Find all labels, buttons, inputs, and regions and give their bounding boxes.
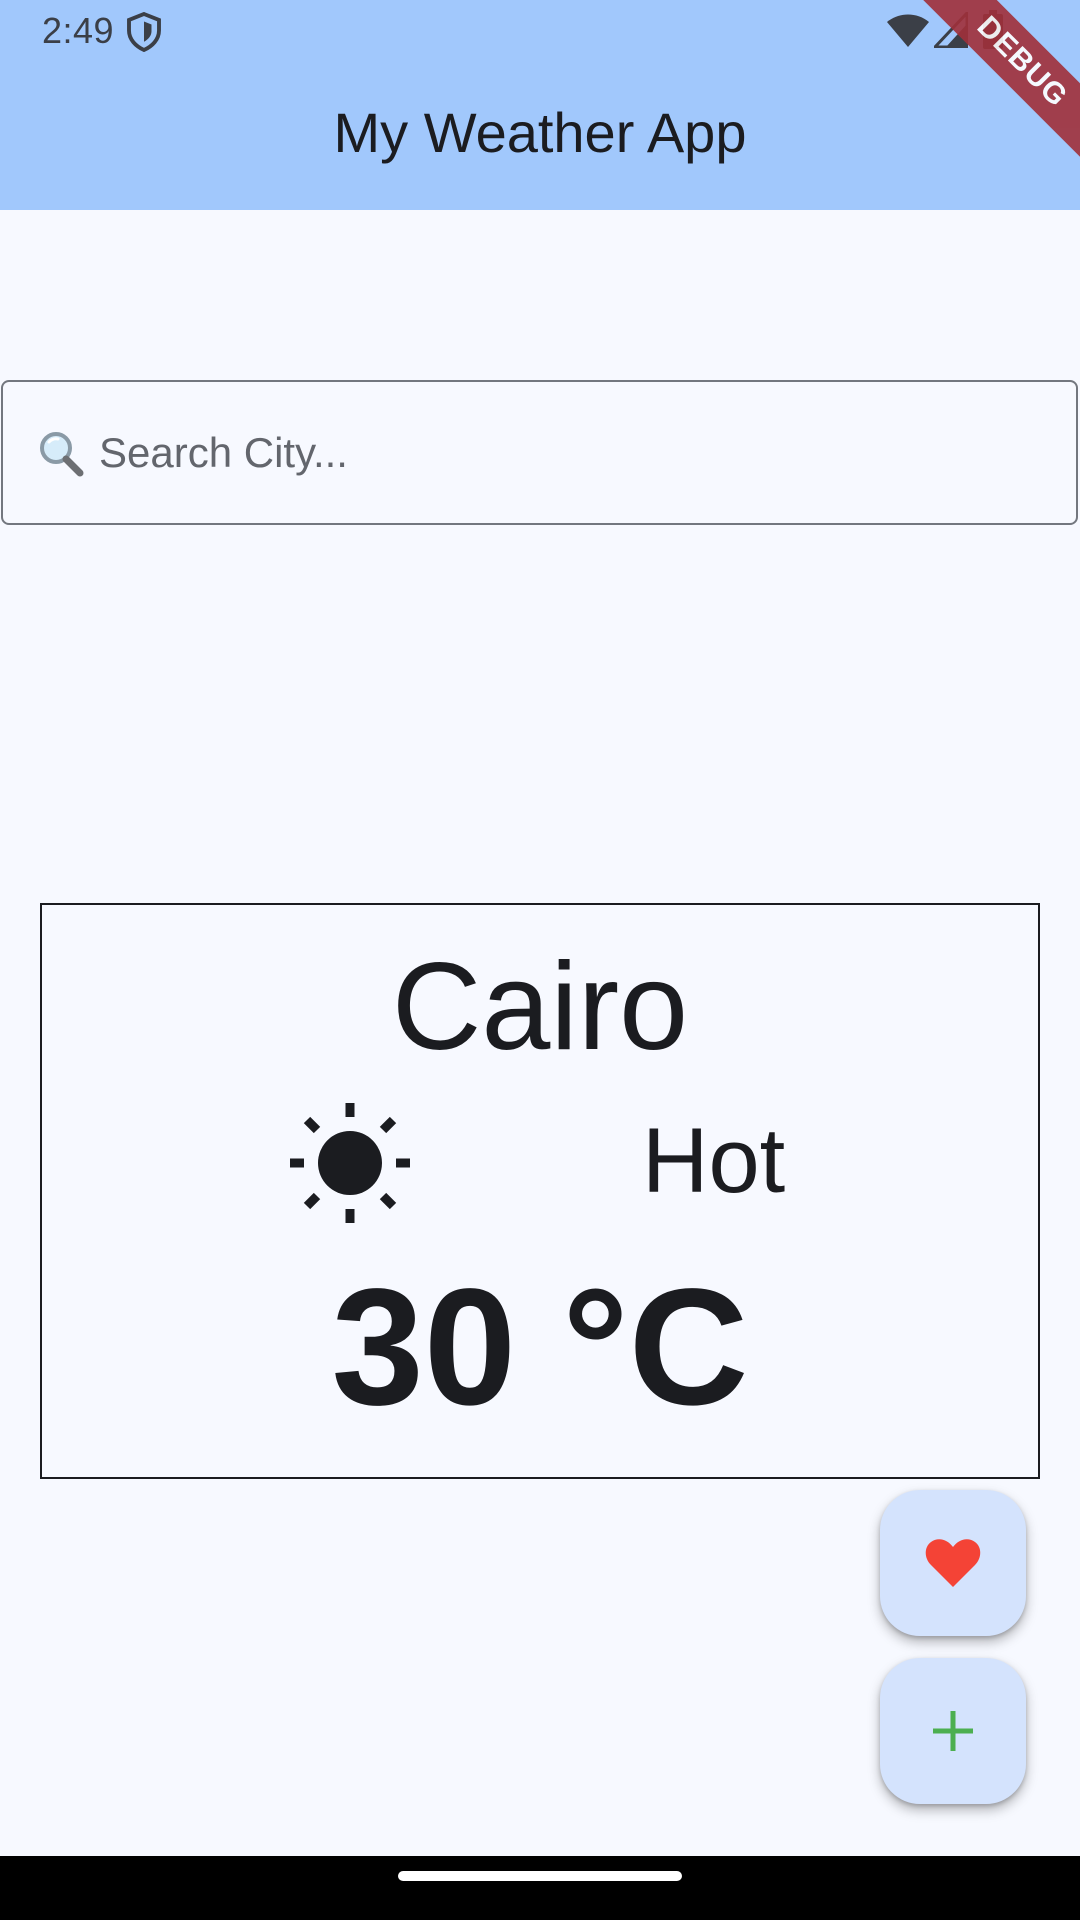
app-title: My Weather App xyxy=(333,101,747,164)
weather-condition: Hot xyxy=(642,1110,786,1212)
search-input[interactable] xyxy=(99,428,999,477)
city-name: Cairo xyxy=(391,938,689,1076)
plus-icon xyxy=(933,1711,973,1751)
app-bar: 2:49 My Weather App xyxy=(0,0,1080,210)
screen: 2:49 My Weather App DEBUG Cairo xyxy=(0,0,1080,1920)
sun-icon xyxy=(290,1103,410,1223)
search-icon xyxy=(40,431,84,476)
home-indicator[interactable] xyxy=(398,1871,682,1881)
heart-icon xyxy=(925,1539,981,1587)
status-time: 2:49 xyxy=(42,10,115,51)
shield-icon xyxy=(127,12,161,52)
add-button[interactable] xyxy=(880,1658,1026,1804)
wifi-icon xyxy=(887,14,929,47)
navigation-bar xyxy=(0,1856,1080,1920)
temperature: 30 °C xyxy=(331,1255,749,1440)
weather-card: Cairo Hot 30 °C xyxy=(40,903,1040,1479)
search-field[interactable] xyxy=(1,380,1078,525)
favorite-button[interactable] xyxy=(880,1490,1026,1636)
